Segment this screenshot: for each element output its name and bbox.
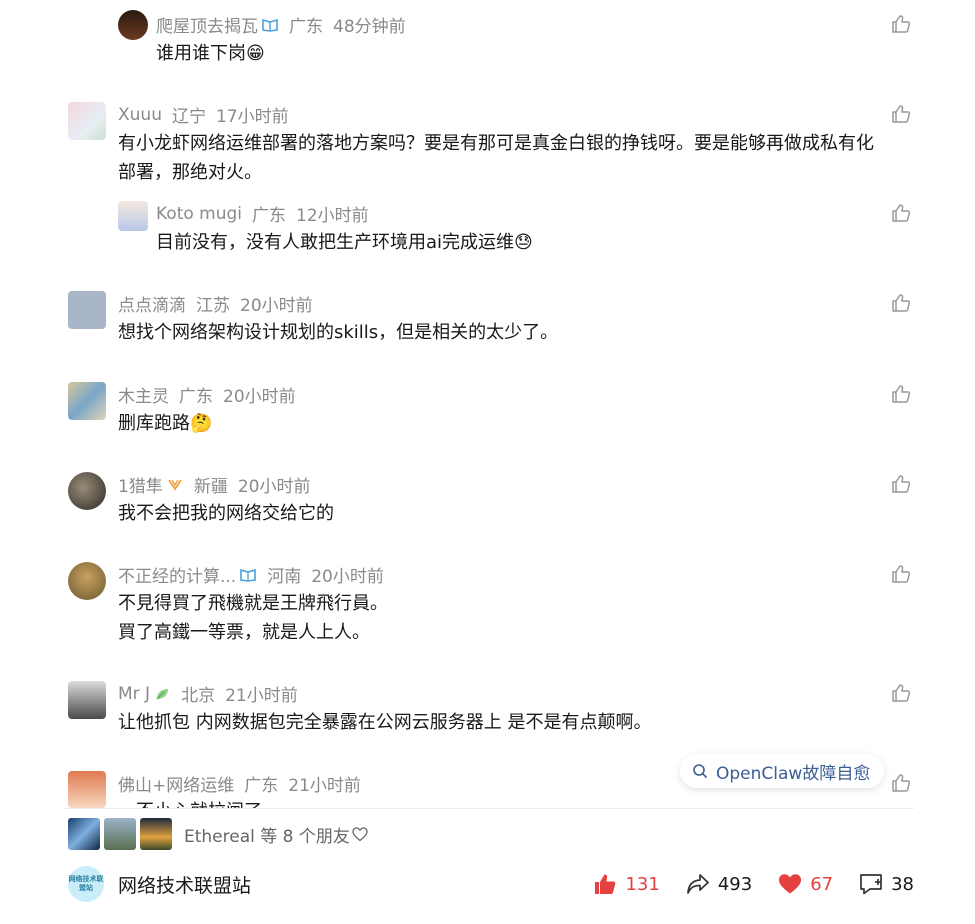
verified-book-icon <box>262 18 278 32</box>
timestamp: 20小时前 <box>237 477 311 497</box>
friend-avatar[interactable] <box>104 818 136 850</box>
avatar[interactable] <box>118 201 148 231</box>
comment-text: 不見得買了飛機就是王牌飛行員。 買了高鐵一等票，就是人上人。 <box>118 589 908 647</box>
avatar[interactable] <box>68 472 106 510</box>
comment-text-line: 一不小心就拉闸了 <box>118 798 518 808</box>
location: 广东 <box>244 776 279 796</box>
site-logo[interactable]: 网络技术联盟站 <box>68 866 104 902</box>
username[interactable]: 爬屋顶去揭瓦 <box>156 12 258 37</box>
location: 河南 <box>267 567 302 587</box>
share-button[interactable]: 493 <box>686 873 752 895</box>
comment-text: 谁用谁下岗😁 <box>156 43 265 64</box>
location: 新疆 <box>193 477 228 497</box>
username[interactable]: 佛山+网络运维 <box>118 771 234 796</box>
comment-text: 想找个网络架构设计规划的skills，但是相关的太少了。 <box>118 322 559 343</box>
thumb-up-filled-icon <box>595 874 616 894</box>
comment-text-line: 有小龙虾网络运维部署的落地方案吗？要是有那可是真金白银的挣钱呀。要是能够再做成私… <box>118 133 874 154</box>
location: 北京 <box>181 686 216 706</box>
username[interactable]: Xuuu <box>118 105 162 125</box>
comment-text: 一不小心就拉闸了 <box>118 798 518 808</box>
thumb-up-icon[interactable] <box>891 683 911 703</box>
comment-text: 我不会把我的网络交给它的 <box>118 503 334 524</box>
comment-text: 让他抓包 内网数据包完全暴露在公网云服务器上 是不是有点颠啊。 <box>118 712 652 733</box>
username[interactable]: 点点滴滴 <box>118 291 186 316</box>
timestamp: 12小时前 <box>296 206 369 226</box>
orange-badge-icon <box>168 479 182 491</box>
comment-text-line: 部署，那绝对火。 <box>118 162 262 183</box>
comment-text: 删库跑路🤔 <box>118 413 213 434</box>
floating-search-label: OpenClaw故障自愈 <box>716 763 871 784</box>
verified-book-icon <box>240 568 257 582</box>
heart-outline-icon <box>352 826 368 841</box>
friends-liked-row[interactable]: Ethereal 等 8 个朋友 <box>68 818 368 850</box>
heart-filled-icon <box>779 874 802 894</box>
comment-meta: Koto mugi 广东 12小时前 <box>156 201 369 227</box>
username[interactable]: 木主灵 <box>118 382 169 407</box>
thumb-up-icon[interactable] <box>891 384 911 404</box>
timestamp: 20小时前 <box>311 567 384 587</box>
comment-meta: 点点滴滴 江苏 20小时前 <box>118 291 313 316</box>
username[interactable]: 不正经的计算... <box>118 562 236 587</box>
location: 广东 <box>252 206 287 226</box>
comment-add-icon <box>860 874 882 895</box>
divider <box>64 808 914 809</box>
username[interactable]: 1猎隼 <box>118 472 163 497</box>
comment-count: 38 <box>891 873 914 895</box>
thumb-up-icon[interactable] <box>891 203 911 223</box>
comment-text-line: 不見得買了飛機就是王牌飛行員。 <box>118 593 388 614</box>
comment-text: 目前没有，没有人敢把生产环境用ai完成运维😓 <box>156 232 533 253</box>
comment-meta: 爬屋顶去揭瓦 广东 48分钟前 <box>156 12 406 37</box>
favorite-button[interactable]: 67 <box>778 873 833 895</box>
stats-bar: 131 493 67 38 <box>593 872 914 896</box>
timestamp: 20小时前 <box>223 387 296 407</box>
friend-avatar[interactable] <box>140 818 172 850</box>
comment-text: 有小龙虾网络运维部署的落地方案吗？要是有那可是真金白银的挣钱呀。要是能够再做成私… <box>118 129 908 187</box>
avatar[interactable] <box>68 681 106 719</box>
avatar[interactable] <box>68 382 106 420</box>
timestamp: 17小时前 <box>215 107 289 127</box>
thumb-up-icon[interactable] <box>891 564 911 584</box>
timestamp: 21小时前 <box>288 776 361 796</box>
thumb-up-icon[interactable] <box>891 293 911 313</box>
comment-text-line: 買了高鐵一等票，就是人上人。 <box>118 622 370 643</box>
location: 辽宁 <box>171 107 206 127</box>
green-leaf-icon <box>156 688 169 699</box>
location: 江苏 <box>196 296 230 316</box>
like-count: 131 <box>625 873 660 895</box>
share-arrow-icon <box>686 874 709 894</box>
favorite-count: 67 <box>810 873 834 895</box>
floating-search-pill[interactable]: OpenClaw故障自愈 <box>680 754 885 788</box>
username[interactable]: Mr J <box>118 684 150 704</box>
like-button[interactable]: 131 <box>593 872 660 896</box>
comment-meta: 不正经的计算... 河南 20小时前 <box>118 562 384 587</box>
friends-text: Ethereal 等 8 个朋友 <box>184 826 350 847</box>
site-logo-text: 网络技术联盟站 <box>68 875 104 892</box>
thumb-up-icon[interactable] <box>891 773 911 793</box>
avatar[interactable] <box>68 562 106 600</box>
avatar[interactable] <box>68 102 106 140</box>
comment-meta: 佛山+网络运维 广东 21小时前 <box>118 771 361 796</box>
thumb-up-icon[interactable] <box>891 104 911 124</box>
comment-meta: 1猎隼 新疆 20小时前 <box>118 472 310 497</box>
avatar[interactable] <box>68 771 106 808</box>
avatar[interactable] <box>68 291 106 329</box>
friend-avatar[interactable] <box>68 818 100 850</box>
comment-meta: Mr J 北京 21小时前 <box>118 681 298 707</box>
comment-meta: Xuuu 辽宁 17小时前 <box>118 102 289 128</box>
comment-button[interactable]: 38 <box>859 873 914 895</box>
thumb-up-icon[interactable] <box>891 14 911 34</box>
comment-meta: 木主灵 广东 20小时前 <box>118 382 296 407</box>
avatar[interactable] <box>118 10 148 40</box>
thumb-up-icon[interactable] <box>891 474 911 494</box>
timestamp: 48分钟前 <box>333 17 406 37</box>
timestamp: 20小时前 <box>240 296 313 316</box>
username[interactable]: Koto mugi <box>156 204 242 224</box>
timestamp: 21小时前 <box>225 686 298 706</box>
article-footer: 网络技术联盟站 网络技术联盟站 131 493 67 38 <box>68 862 914 906</box>
search-icon <box>693 764 708 779</box>
location: 广东 <box>289 17 323 37</box>
location: 广东 <box>179 387 213 407</box>
share-count: 493 <box>717 873 753 895</box>
site-name[interactable]: 网络技术联盟站 <box>118 871 251 898</box>
